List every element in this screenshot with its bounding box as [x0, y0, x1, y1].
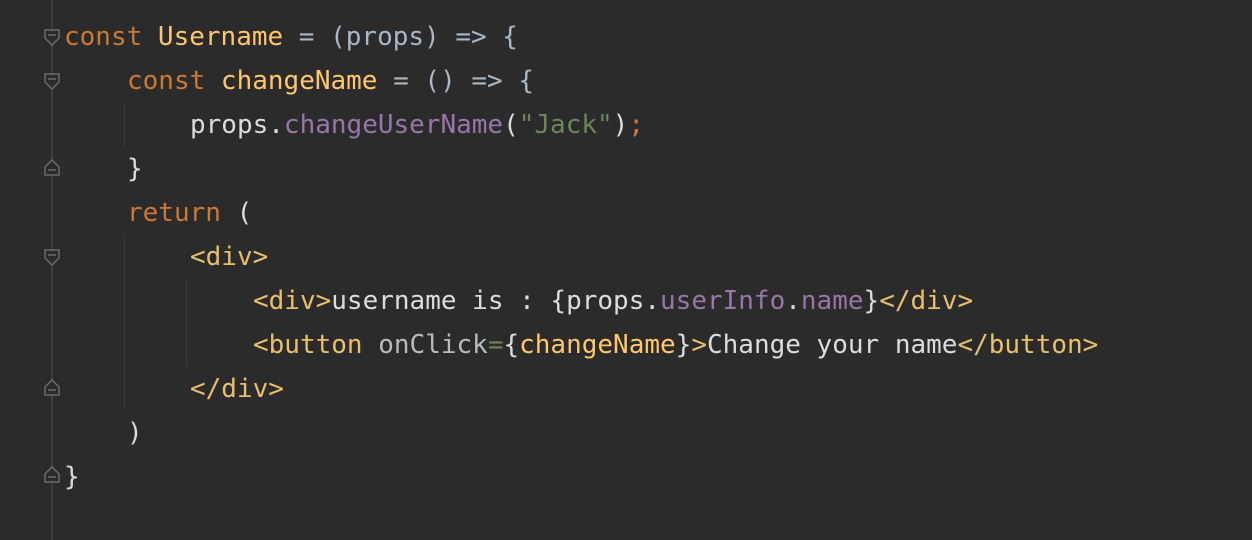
- code-line-11[interactable]: }: [64, 455, 80, 499]
- code-token: changeName: [519, 330, 676, 360]
- code-token: name: [800, 286, 864, 316]
- code-token: </div>: [879, 286, 974, 316]
- indent-guide: [186, 278, 187, 366]
- code-line-7[interactable]: <div>username is : {props.userInfo.name}…: [253, 279, 973, 323]
- code-token: username is : {props.: [331, 286, 661, 316]
- code-token: <button: [253, 330, 379, 360]
- code-token: userInfo: [660, 286, 786, 316]
- code-token: =: [487, 330, 504, 360]
- code-token: <div>: [190, 242, 269, 272]
- code-token: }: [127, 154, 143, 184]
- code-token: return: [127, 198, 237, 228]
- code-line-8[interactable]: <button onClick={changeName}>Change your…: [253, 323, 1098, 367]
- fold-open-icon[interactable]: [44, 249, 60, 266]
- code-token: }: [863, 286, 880, 316]
- indent-guide: [124, 234, 125, 410]
- code-line-2[interactable]: const changeName = () => {: [127, 59, 534, 103]
- code-token: ;: [628, 110, 644, 140]
- code-line-10[interactable]: ): [127, 411, 143, 455]
- code-token: </div>: [190, 374, 284, 404]
- fold-open-icon[interactable]: [44, 29, 60, 46]
- code-token: }: [675, 330, 692, 360]
- fold-close-icon[interactable]: [44, 159, 60, 176]
- code-token: changeUserName: [283, 110, 504, 140]
- code-token: ): [612, 110, 629, 140]
- code-token: Username: [157, 22, 284, 52]
- code-token: (: [503, 110, 519, 140]
- code-token: "Jack": [518, 110, 613, 140]
- code-token: onClick: [378, 330, 488, 360]
- code-token: <div>: [253, 286, 332, 316]
- fold-close-icon[interactable]: [44, 379, 60, 396]
- code-editor[interactable]: const Username = (props) => { const chan…: [0, 0, 1252, 540]
- fold-close-icon[interactable]: [44, 466, 60, 483]
- code-line-6[interactable]: <div>: [190, 235, 268, 279]
- code-token: changeName: [220, 66, 378, 96]
- code-token: ): [127, 418, 143, 448]
- indent-guide: [124, 104, 125, 148]
- code-token: }: [64, 462, 80, 492]
- code-token: props.: [190, 110, 284, 140]
- code-line-3[interactable]: props.changeUserName("Jack");: [190, 103, 644, 147]
- code-token: = () => {: [377, 66, 535, 96]
- code-token: Change your name: [706, 330, 958, 360]
- code-line-4[interactable]: }: [127, 147, 143, 191]
- code-token: (: [236, 198, 253, 228]
- code-token: const: [127, 66, 221, 96]
- code-line-9[interactable]: </div>: [190, 367, 284, 411]
- code-token: = (props) => {: [283, 22, 518, 52]
- code-line-1[interactable]: const Username = (props) => {: [64, 15, 518, 59]
- code-token: const: [64, 22, 158, 52]
- code-token: >: [691, 330, 707, 360]
- code-token: {: [503, 330, 520, 360]
- code-line-5[interactable]: return (: [127, 191, 252, 235]
- code-token: </button>: [957, 330, 1099, 360]
- code-token: .: [785, 286, 801, 316]
- fold-open-icon[interactable]: [44, 73, 60, 90]
